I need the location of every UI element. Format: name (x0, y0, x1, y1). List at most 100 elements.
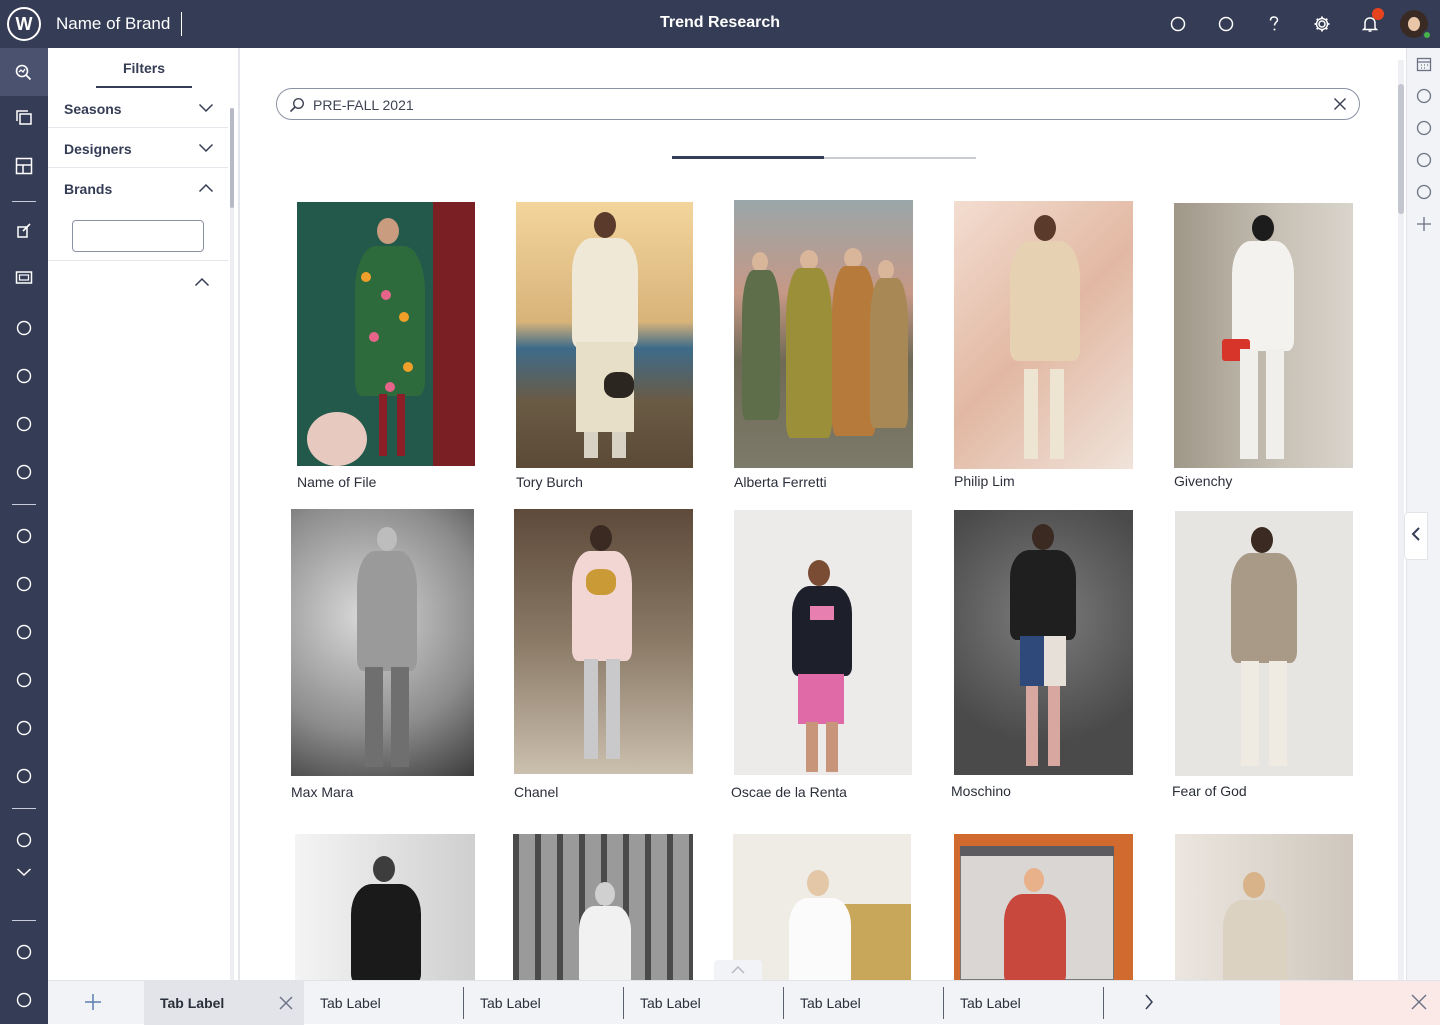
circle-icon[interactable] (0, 704, 48, 752)
circle-icon[interactable] (1214, 12, 1238, 36)
tab[interactable]: Tab Label (944, 981, 1104, 1025)
gallery-image[interactable] (1174, 203, 1353, 468)
top-bar: W Name of Brand Trend Research (0, 0, 1440, 48)
circle-icon[interactable] (0, 752, 48, 800)
tab-label: Tab Label (640, 995, 701, 1011)
gallery-card[interactable]: Name of File (297, 202, 475, 492)
tab[interactable]: Tab Label (624, 981, 784, 1025)
tab[interactable]: Tab Label (144, 981, 304, 1025)
gallery-image[interactable] (1175, 511, 1353, 776)
layers-icon[interactable] (0, 94, 48, 142)
gallery-image[interactable] (514, 509, 693, 774)
gallery-image[interactable] (297, 202, 475, 466)
circle-icon[interactable] (1407, 176, 1440, 208)
circle-icon[interactable] (0, 928, 48, 976)
gallery-image[interactable] (733, 834, 911, 980)
add-tab-icon[interactable] (84, 993, 102, 1016)
circle-icon[interactable] (0, 400, 48, 448)
brand-filter-input[interactable] (72, 220, 204, 252)
close-icon[interactable] (278, 995, 294, 1016)
filter-designers[interactable]: Designers (48, 128, 228, 168)
circle-icon[interactable] (0, 608, 48, 656)
filters-panel: Filters Seasons Designers Brands (48, 48, 240, 980)
chevron-left-icon (1411, 526, 1421, 547)
search-bar[interactable]: PRE-FALL 2021 (276, 88, 1360, 120)
gallery-image[interactable] (954, 510, 1133, 775)
circle-icon[interactable] (1166, 12, 1190, 36)
gallery-card[interactable] (733, 834, 911, 980)
circle-icon[interactable] (0, 304, 48, 352)
circle-icon[interactable] (1407, 80, 1440, 112)
gallery-card[interactable]: Moschino (951, 510, 1133, 802)
gallery-image[interactable] (516, 202, 693, 468)
gallery-card[interactable] (513, 834, 693, 980)
plus-icon[interactable] (1407, 208, 1440, 240)
circle-icon[interactable] (1407, 144, 1440, 176)
collapse-panel-button[interactable] (1404, 512, 1428, 560)
gallery-card[interactable]: Chanel (514, 509, 693, 801)
brand-divider (181, 12, 182, 36)
gallery-card[interactable]: Givenchy (1174, 203, 1353, 493)
tab-label: Tab Label (320, 995, 381, 1011)
view-tab-indicator[interactable] (672, 156, 976, 159)
filter-seasons[interactable]: Seasons (48, 88, 228, 128)
expand-tray-button[interactable] (714, 960, 762, 980)
circle-icon[interactable] (0, 448, 48, 496)
gallery-image[interactable] (734, 200, 913, 468)
tab[interactable]: Tab Label (304, 981, 464, 1025)
gallery-image[interactable] (954, 834, 1133, 980)
gallery-card[interactable]: Tory Burch (516, 202, 693, 492)
gallery-image[interactable] (513, 834, 693, 980)
app-logo[interactable]: W (7, 7, 41, 41)
circle-icon[interactable] (0, 560, 48, 608)
gallery-card[interactable]: Oscae de la Renta (731, 510, 912, 802)
slideshow-icon[interactable] (0, 254, 48, 302)
gallery-card[interactable]: Philip Lim (954, 201, 1133, 491)
gallery-caption: Philip Lim (954, 473, 1015, 489)
chevron-up-icon[interactable] (194, 274, 210, 292)
circle-icon[interactable] (0, 352, 48, 400)
chevron-down-icon[interactable] (198, 140, 214, 158)
gallery-image[interactable] (1175, 834, 1353, 980)
filter-label: Seasons (64, 101, 122, 117)
chevron-down-icon[interactable] (0, 848, 48, 896)
tab[interactable]: Tab Label (464, 981, 624, 1025)
filter-brands[interactable]: Brands (48, 168, 228, 208)
brand-name[interactable]: Name of Brand (56, 14, 170, 34)
circle-icon[interactable] (1407, 112, 1440, 144)
gallery-image[interactable] (954, 201, 1133, 469)
rail-divider (12, 504, 36, 505)
chevron-up-icon[interactable] (198, 180, 214, 198)
gallery-image[interactable] (291, 509, 474, 776)
close-all-tabs-button[interactable] (1280, 981, 1440, 1025)
chevron-down-icon[interactable] (198, 100, 214, 118)
gallery-card[interactable]: Alberta Ferretti (734, 200, 913, 490)
trend-search-icon[interactable] (0, 48, 48, 96)
tab-label: Tab Label (960, 995, 1021, 1011)
gallery-caption: Alberta Ferretti (734, 474, 827, 490)
circle-icon[interactable] (0, 976, 48, 1024)
filters-scrollbar[interactable] (230, 108, 234, 980)
close-icon[interactable] (1410, 993, 1428, 1016)
chevron-right-icon[interactable] (1144, 993, 1154, 1016)
layout-icon[interactable] (0, 142, 48, 190)
bell-icon[interactable] (1358, 8, 1384, 36)
gallery-card[interactable]: Max Mara (291, 509, 474, 801)
calendar-icon[interactable] (1407, 48, 1440, 80)
gallery-card[interactable] (295, 834, 475, 980)
circle-icon[interactable] (0, 512, 48, 560)
gallery-image[interactable] (295, 834, 475, 980)
gear-icon[interactable] (1310, 12, 1334, 36)
gallery-image[interactable] (734, 510, 912, 775)
gallery-card[interactable]: Fear of God (1172, 511, 1353, 803)
gallery-card[interactable] (954, 834, 1133, 980)
gallery-card[interactable] (1175, 834, 1353, 980)
circle-icon[interactable] (0, 656, 48, 704)
edit-icon[interactable] (0, 206, 48, 254)
close-icon[interactable] (1333, 97, 1347, 116)
rail-divider (12, 920, 36, 921)
tab[interactable]: Tab Label (784, 981, 944, 1025)
help-icon[interactable] (1262, 12, 1286, 36)
rail-divider (12, 808, 36, 809)
search-input[interactable]: PRE-FALL 2021 (313, 97, 414, 113)
